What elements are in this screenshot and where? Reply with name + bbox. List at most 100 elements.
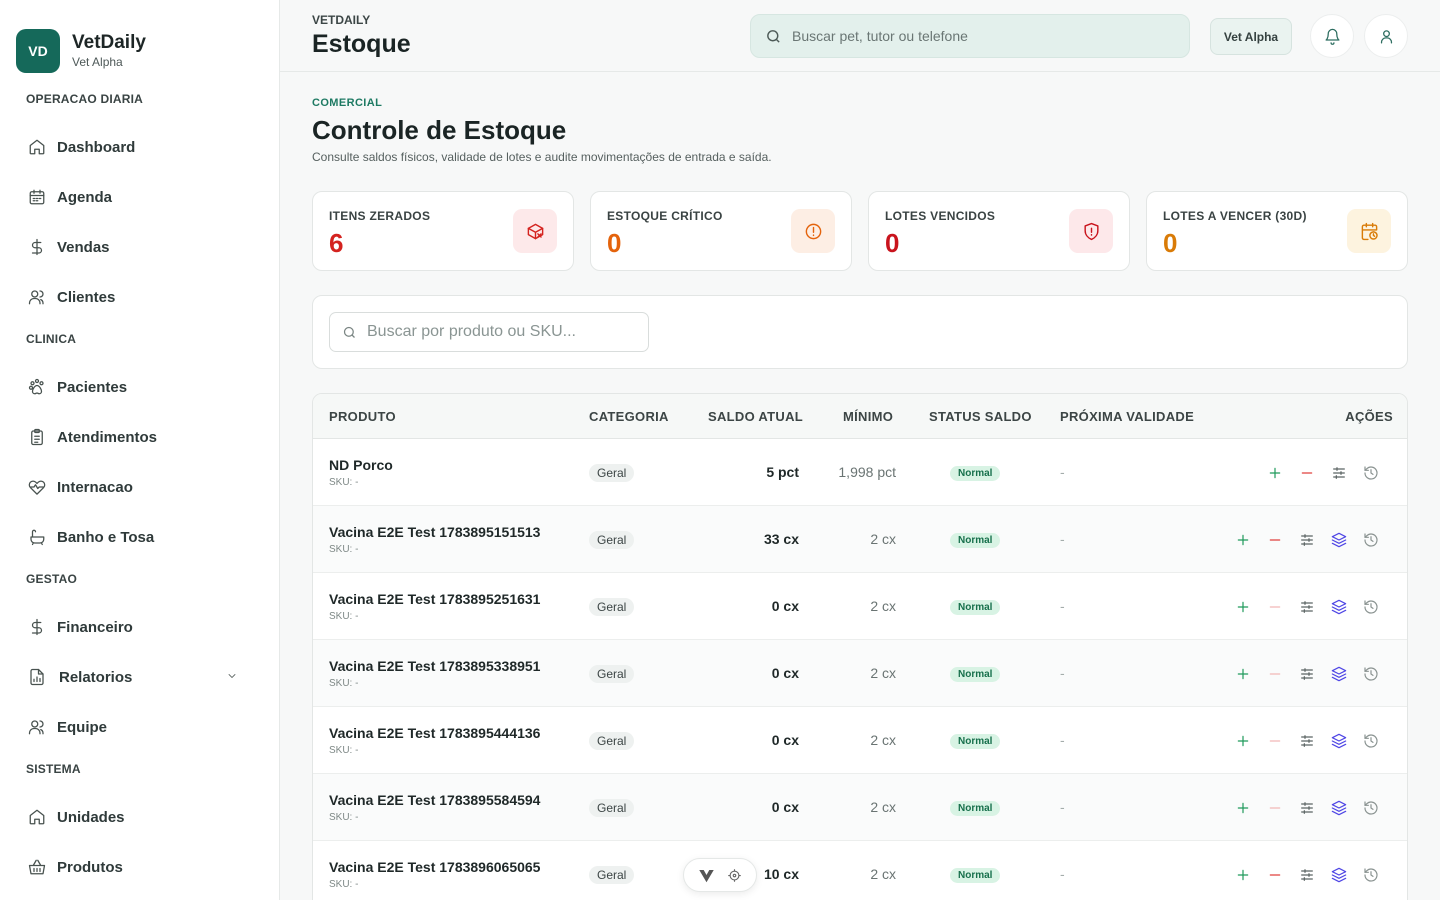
stat-label: ESTOQUE CRÍTICO	[607, 209, 723, 223]
col-saldo[interactable]: SALDO ATUAL	[708, 409, 803, 424]
category-badge: Geral	[589, 732, 635, 750]
lots-button[interactable]	[1323, 731, 1355, 751]
product-name[interactable]: Vacina E2E Test 1783895584594	[329, 792, 540, 808]
stock-out-button[interactable]	[1259, 865, 1291, 885]
sidebar-item-internacao[interactable]: Internacao	[0, 462, 279, 512]
adjust-button[interactable]	[1291, 664, 1323, 684]
stock-in-button[interactable]	[1227, 597, 1259, 617]
sidebar-item-produtos[interactable]: Produtos	[0, 842, 279, 892]
next-expiry: -	[1060, 866, 1065, 882]
history-button[interactable]	[1355, 463, 1387, 483]
category-badge: Geral	[589, 464, 635, 482]
stat-icon-wrap	[791, 209, 835, 253]
product-search-input[interactable]	[367, 323, 647, 341]
sidebar-item-agenda[interactable]: Agenda	[0, 172, 279, 222]
stock-in-button[interactable]	[1227, 798, 1259, 818]
history-button[interactable]	[1355, 664, 1387, 684]
row-actions	[1227, 798, 1387, 818]
global-search[interactable]	[750, 14, 1190, 58]
adjust-button[interactable]	[1291, 798, 1323, 818]
lots-button[interactable]	[1323, 798, 1355, 818]
product-name[interactable]: ND Porco	[329, 457, 393, 473]
stat-label: LOTES VENCIDOS	[885, 209, 996, 223]
stock-out-button[interactable]	[1259, 597, 1291, 617]
history-button[interactable]	[1355, 530, 1387, 550]
stock-out-button[interactable]	[1259, 798, 1291, 818]
stock-in-button[interactable]	[1227, 731, 1259, 751]
table-row: Vacina E2E Test 1783895584594 SKU: - Ger…	[313, 774, 1407, 841]
history-button[interactable]	[1355, 731, 1387, 751]
current-balance: 0 cx	[771, 799, 799, 815]
stock-out-button[interactable]	[1291, 463, 1323, 483]
chevron-down-icon[interactable]	[226, 670, 238, 682]
sidebar-item-unidades[interactable]: Unidades	[0, 792, 279, 842]
sidebar-item-financeiro[interactable]: Financeiro	[0, 602, 279, 652]
global-search-input[interactable]	[792, 28, 1182, 44]
stock-out-button[interactable]	[1259, 530, 1291, 550]
sidebar-item-banho-tosa[interactable]: Banho e Tosa	[0, 512, 279, 562]
nav-section-gestao: GESTAO	[26, 572, 77, 586]
adjust-button[interactable]	[1291, 597, 1323, 617]
col-status[interactable]: STATUS SALDO	[929, 409, 1032, 424]
product-search[interactable]	[329, 312, 649, 352]
lots-button[interactable]	[1323, 664, 1355, 684]
minimum-stock: 2 cx	[870, 531, 896, 547]
user-icon	[1380, 29, 1392, 44]
adjust-button[interactable]	[1291, 530, 1323, 550]
unit-selector[interactable]: Vet Alpha	[1210, 18, 1292, 55]
history-icon	[1364, 466, 1378, 480]
history-button[interactable]	[1355, 865, 1387, 885]
stat-itens-zerados[interactable]: ITENS ZERADOS 6	[312, 191, 574, 271]
stat-lotes-vencidos[interactable]: LOTES VENCIDOS 0	[868, 191, 1130, 271]
lots-button[interactable]	[1323, 865, 1355, 885]
adjust-button[interactable]	[1323, 463, 1355, 483]
sidebar-item-vendas[interactable]: Vendas	[0, 222, 279, 272]
stock-out-button[interactable]	[1259, 664, 1291, 684]
history-button[interactable]	[1355, 597, 1387, 617]
sliders-icon	[1301, 668, 1313, 680]
product-name[interactable]: Vacina E2E Test 1783895251631	[329, 591, 540, 607]
crosshair-icon[interactable]	[727, 868, 742, 883]
stock-in-button[interactable]	[1259, 463, 1291, 483]
sidebar-item-equipe[interactable]: Equipe	[0, 702, 279, 752]
col-validade[interactable]: PRÓXIMA VALIDADE	[1060, 409, 1194, 424]
history-button[interactable]	[1355, 798, 1387, 818]
sidebar-item-atendimentos[interactable]: Atendimentos	[0, 412, 279, 462]
sidebar-item-pacientes[interactable]: Pacientes	[0, 362, 279, 412]
minimum-stock: 2 cx	[870, 799, 896, 815]
nav-section-clinica: CLINICA	[26, 332, 77, 346]
sidebar-item-relatorios[interactable]: Relatorios	[0, 652, 279, 702]
stat-estoque-critico[interactable]: ESTOQUE CRÍTICO 0	[590, 191, 852, 271]
adjust-button[interactable]	[1291, 865, 1323, 885]
lots-button[interactable]	[1323, 597, 1355, 617]
product-name[interactable]: Vacina E2E Test 1783895444136	[329, 725, 540, 741]
col-categoria[interactable]: CATEGORIA	[589, 409, 669, 424]
stock-out-button[interactable]	[1259, 731, 1291, 751]
sidebar-item-dashboard[interactable]: Dashboard	[0, 122, 279, 172]
status-badge: Normal	[950, 667, 1001, 682]
table-row: Vacina E2E Test 1783895444136 SKU: - Ger…	[313, 707, 1407, 774]
stock-in-button[interactable]	[1227, 664, 1259, 684]
plus-icon	[1237, 668, 1249, 680]
stat-lotes-a-vencer[interactable]: LOTES A VENCER (30D) 0	[1146, 191, 1408, 271]
product-name[interactable]: Vacina E2E Test 1783896065065	[329, 859, 540, 875]
current-balance: 5 pct	[766, 464, 799, 480]
stock-in-button[interactable]	[1227, 530, 1259, 550]
floating-devtools[interactable]	[683, 858, 757, 892]
user-menu-button[interactable]	[1364, 14, 1408, 58]
notifications-button[interactable]	[1310, 14, 1354, 58]
product-name[interactable]: Vacina E2E Test 1783895151513	[329, 524, 540, 540]
sidebar-item-partial[interactable]	[0, 892, 279, 900]
sidebar-item-label: Vendas	[57, 238, 110, 256]
col-produto[interactable]: PRODUTO	[329, 409, 396, 424]
sidebar-item-clientes[interactable]: Clientes	[0, 272, 279, 322]
col-minimo[interactable]: MÍNIMO	[843, 409, 893, 424]
product-name[interactable]: Vacina E2E Test 1783895338951	[329, 658, 540, 674]
brand[interactable]: VD VetDaily Vet Alpha	[0, 0, 279, 80]
stock-in-button[interactable]	[1227, 865, 1259, 885]
adjust-button[interactable]	[1291, 731, 1323, 751]
vue-logo-icon[interactable]	[698, 868, 714, 883]
lots-button[interactable]	[1323, 530, 1355, 550]
row-actions	[1227, 731, 1387, 751]
row-actions	[1227, 865, 1387, 885]
